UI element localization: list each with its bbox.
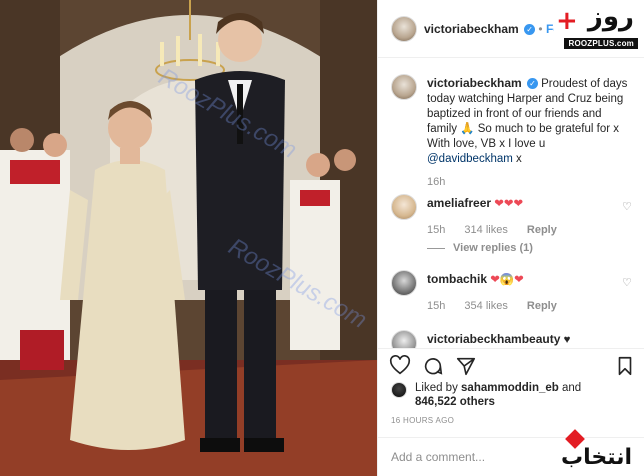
- post-photo[interactable]: RoozPlus.com RoozPlus.com: [0, 0, 377, 476]
- comment-avatar[interactable]: [391, 330, 417, 348]
- comment-age: 15h: [427, 300, 446, 312]
- comment-text: ❤❤❤: [494, 198, 524, 210]
- comment-item: tombachik ❤😱❤ ♡ 15h 354 likes Reply: [391, 270, 636, 320]
- author-username[interactable]: victoriabeckham: [424, 22, 519, 36]
- bookmark-icon[interactable]: [614, 355, 636, 377]
- photo-illustration: [0, 0, 377, 476]
- comment-item: victoriabeckhambeauty ♥: [391, 330, 636, 348]
- post-timestamp[interactable]: 16 HOURS AGO: [391, 416, 454, 425]
- comment-text: ♥: [563, 334, 571, 346]
- liker-avatar[interactable]: [391, 382, 407, 398]
- entekhab-logo: انتخاب: [556, 428, 636, 472]
- comment-text: ❤😱❤: [490, 274, 524, 286]
- author-line: victoriabeckham ✓ • Follo: [424, 22, 575, 36]
- view-replies-button[interactable]: View replies (1): [427, 242, 533, 254]
- liked-by-others[interactable]: 846,522 others: [415, 396, 495, 408]
- comment-username[interactable]: tombachik: [427, 272, 487, 286]
- reply-button[interactable]: Reply: [527, 300, 557, 312]
- author-avatar[interactable]: [391, 16, 417, 42]
- caption: victoriabeckham ✓ Proudest of days today…: [391, 74, 636, 194]
- add-comment-input[interactable]: [391, 450, 571, 464]
- comment-username[interactable]: ameliafreer: [427, 196, 491, 210]
- comment-text-block: ameliafreer ❤❤❤: [427, 196, 632, 212]
- likes-text: Liked by sahammoddin_eb and 846,522 othe…: [415, 381, 581, 409]
- comment-age: 15h: [427, 224, 446, 236]
- liked-by-prefix: Liked by: [415, 382, 462, 394]
- caption-age: 16h: [427, 176, 446, 188]
- liked-by-and: and: [558, 382, 582, 394]
- like-heart-icon[interactable]: [389, 355, 411, 377]
- comment-avatar[interactable]: [391, 270, 417, 296]
- caption-username[interactable]: victoriabeckham: [427, 76, 522, 90]
- caption-text-block: victoriabeckham ✓ Proudest of days today…: [427, 76, 632, 167]
- post-side-panel: victoriabeckham ✓ • Follo victoriabeckha…: [377, 0, 644, 476]
- comment-avatar[interactable]: [391, 194, 417, 220]
- caption-meta: 16h: [427, 176, 461, 188]
- comment-like-icon[interactable]: ♡: [622, 276, 632, 289]
- likes-summary: Liked by sahammoddin_eb and 846,522 othe…: [391, 381, 631, 411]
- share-send-icon[interactable]: [455, 355, 477, 377]
- roozplus-logo: + روز ROOZPLUS.com: [554, 0, 640, 52]
- comments-list[interactable]: victoriabeckham ✓ Proudest of days today…: [378, 58, 644, 348]
- caption-mention[interactable]: @davidbeckham: [427, 153, 513, 165]
- comment-meta: 15h 314 likes Reply: [427, 224, 573, 236]
- verified-icon: ✓: [524, 24, 536, 36]
- comment-likes[interactable]: 314 likes: [464, 224, 507, 236]
- caption-end: x: [512, 153, 522, 165]
- logo-text: روز: [587, 2, 634, 32]
- comment-like-icon[interactable]: ♡: [622, 200, 632, 213]
- reply-button[interactable]: Reply: [527, 224, 557, 236]
- logo-plus: +: [556, 6, 578, 36]
- liked-by-username[interactable]: sahammoddin_eb: [461, 382, 559, 394]
- logo-text: انتخاب: [560, 445, 632, 470]
- comment-bubble-icon[interactable]: [422, 355, 444, 377]
- caption-avatar[interactable]: [391, 74, 417, 100]
- logo-url: ROOZPLUS.com: [564, 38, 638, 49]
- comment-text-block: tombachik ❤😱❤: [427, 272, 632, 288]
- verified-icon: ✓: [526, 78, 538, 90]
- comment-item: ameliafreer ❤❤❤ ♡ 15h 314 likes Reply Vi…: [391, 194, 636, 254]
- comment-meta: 15h 354 likes Reply: [427, 300, 573, 312]
- comment-likes[interactable]: 354 likes: [464, 300, 507, 312]
- comment-username[interactable]: victoriabeckhambeauty: [427, 332, 560, 346]
- comment-text-block: victoriabeckhambeauty ♥: [427, 332, 632, 348]
